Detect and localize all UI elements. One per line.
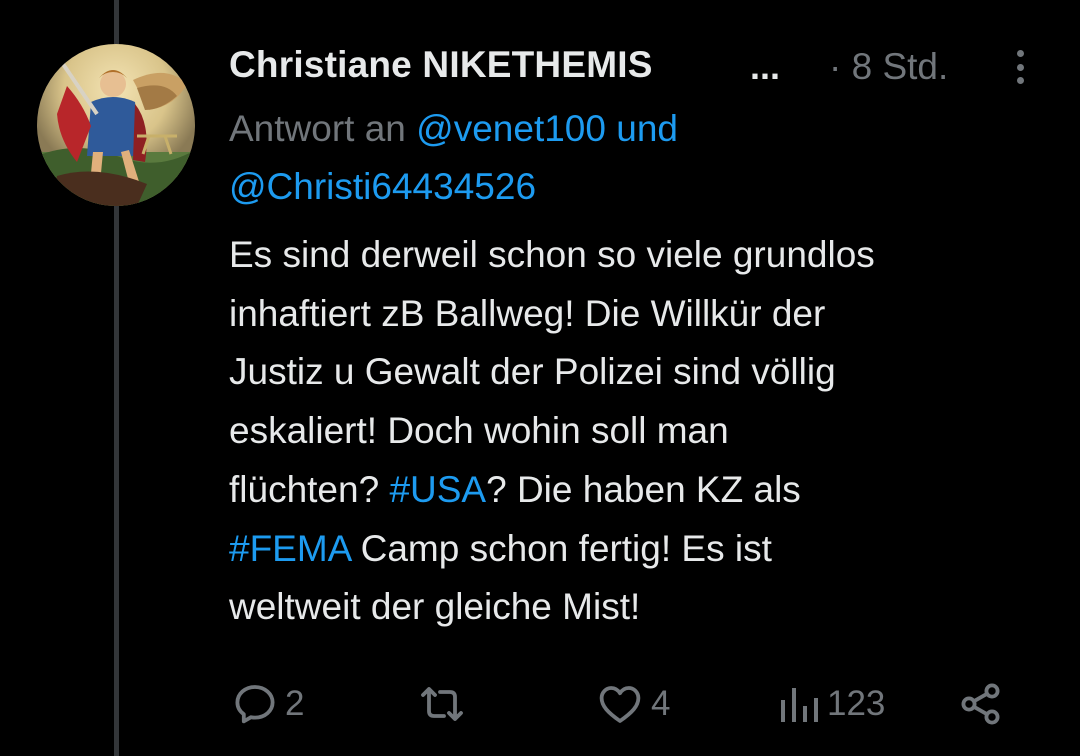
tweet-text-segment: eskaliert! Doch wohin soll man	[229, 410, 729, 452]
mention-link[interactable]: @venet100 und	[416, 108, 678, 149]
heart-icon	[599, 686, 641, 723]
tweet-text-segment: ? Die haben KZ als	[486, 468, 801, 510]
tweet-text-line: eskaliert! Doch wohin soll man	[229, 402, 1049, 461]
tweet-text-segment: inhaftiert zB Ballweg! Die Willkür der	[229, 292, 826, 334]
retweet-button[interactable]	[417, 676, 473, 732]
tweet-text: Es sind derweil schon so viele grundlos i…	[229, 226, 1049, 637]
reply-button[interactable]: 2	[231, 676, 304, 732]
tweet-text-segment: weltweit der gleiche Mist!	[229, 586, 641, 628]
retweet-icon	[421, 687, 463, 721]
reply-to-line: Antwort an @venet100 und @Christi6443452…	[229, 100, 1049, 216]
more-icon[interactable]	[1007, 46, 1033, 88]
mention-link[interactable]: @Christi64434526	[229, 166, 536, 207]
tweet-text-segment: Justiz u Gewalt der Polizei sind völlig	[229, 351, 836, 393]
display-name[interactable]: Christiane NIKETHEMIS	[229, 44, 653, 86]
share-button[interactable]	[957, 676, 1005, 732]
tweet-header: Christiane NIKETHEMIS ... · 8 Std.	[229, 40, 1049, 94]
tweet-text-line: flüchten? #USA? Die haben KZ als	[229, 461, 1049, 520]
like-button[interactable]: 4	[595, 676, 670, 732]
hashtag-link[interactable]: #FEMA	[229, 528, 350, 569]
views-count: 123	[827, 684, 886, 723]
avatar[interactable]	[37, 44, 195, 206]
avatar-image	[37, 44, 195, 206]
like-count: 4	[651, 684, 671, 723]
tweet-text-segment: flüchten?	[229, 468, 390, 510]
tweet-text-line: Es sind derweil schon so viele grundlos	[229, 226, 1049, 285]
name-truncation: ...	[750, 46, 781, 87]
action-bar: 2 4 123	[229, 676, 1029, 732]
views-icon	[781, 688, 818, 722]
tweet-text-line: weltweit der gleiche Mist!	[229, 578, 1049, 637]
tweet-text-segment: Camp schon fertig! Es ist	[350, 527, 772, 569]
tweet-text-line: Justiz u Gewalt der Polizei sind völlig	[229, 343, 1049, 402]
reply-count: 2	[285, 684, 305, 723]
tweet-text-line: inhaftiert zB Ballweg! Die Willkür der	[229, 285, 1049, 344]
hashtag-link[interactable]: #USA	[389, 469, 486, 510]
reply-icon	[235, 685, 275, 724]
views-button[interactable]: 123	[777, 676, 885, 732]
timestamp[interactable]: · 8 Std.	[829, 46, 948, 88]
reply-prefix: Antwort an	[229, 108, 406, 149]
tweet-text-segment: Es sind derweil schon so viele grundlos	[229, 234, 875, 275]
share-icon	[961, 683, 1000, 725]
tweet-text-line: #FEMA Camp schon fertig! Es ist	[229, 520, 1049, 579]
